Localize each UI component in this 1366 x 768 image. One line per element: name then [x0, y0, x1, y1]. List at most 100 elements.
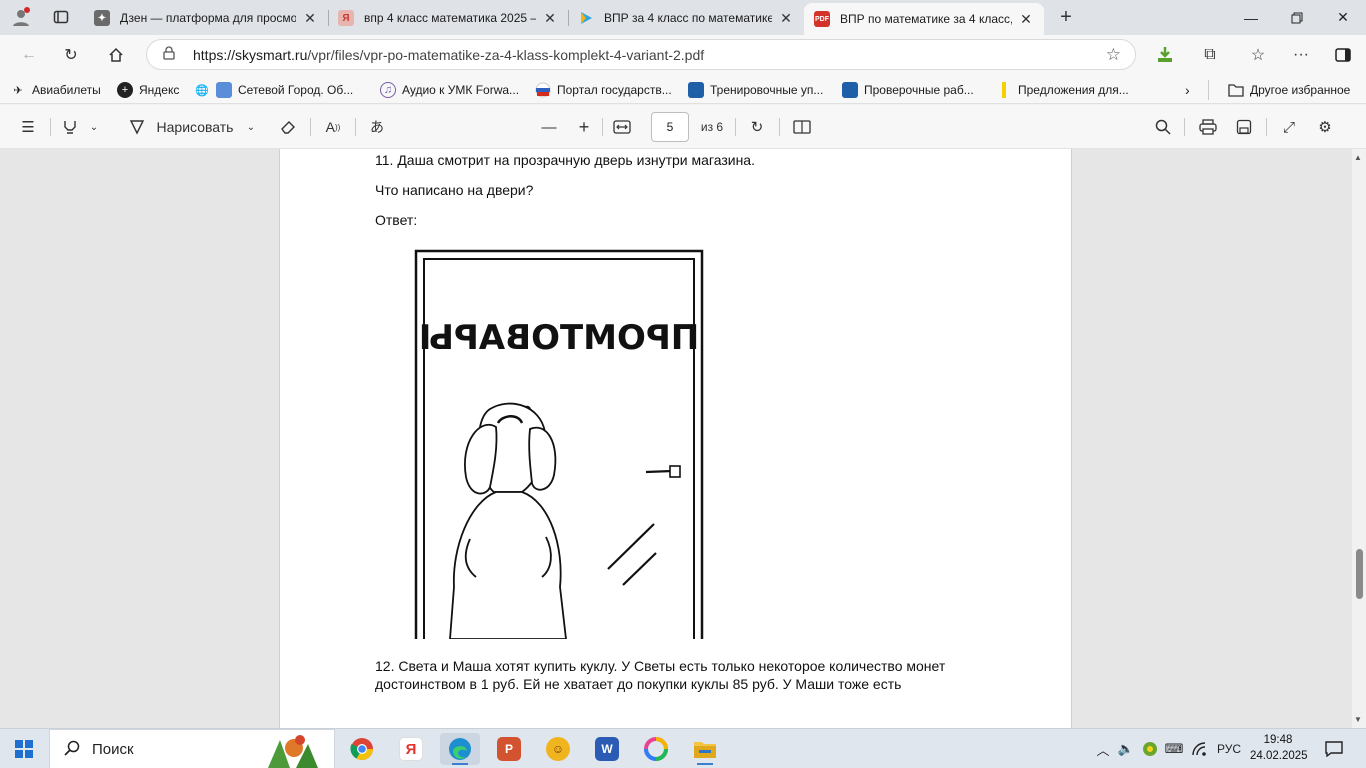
language-indicator[interactable]: РУС	[1214, 729, 1244, 768]
keyboard-icon[interactable]: ⌨	[1163, 729, 1185, 768]
refresh-button[interactable]: ↻	[56, 41, 86, 69]
highlight-chevron-down-icon[interactable]: ⌄	[86, 115, 102, 139]
contents-icon[interactable]: ☰	[16, 115, 40, 139]
favorite-yandex[interactable]: + Яндекс	[117, 81, 179, 99]
search-icon[interactable]	[1151, 115, 1175, 139]
close-tab-icon[interactable]: ✕	[302, 10, 318, 27]
restore-button[interactable]	[1274, 0, 1320, 35]
favorite-aviabilety[interactable]: ✈ Авиабилеты	[10, 81, 100, 99]
tab-title: ВПР за 4 класс по математике 20	[604, 11, 772, 25]
taskbar: Поиск Я P ☺ W ︿ 🔈 ⌨ РУС 19:48 24.02.2025	[0, 728, 1366, 768]
pdf-viewer[interactable]: 11. Даша смотрит на прозрачную дверь изн…	[0, 149, 1366, 728]
favorite-predlozheniya[interactable]: Предложения для...	[996, 81, 1129, 99]
profile-avatar[interactable]	[6, 3, 36, 31]
favorite-star-icon[interactable]: ☆	[1106, 45, 1121, 65]
scroll-down-icon[interactable]: ▼	[1354, 715, 1362, 724]
print-icon[interactable]	[1196, 115, 1220, 139]
dzen-icon: ✦	[94, 10, 110, 26]
translate-icon[interactable]: あ	[364, 115, 390, 139]
download-icon[interactable]	[1150, 41, 1180, 69]
save-icon[interactable]	[1232, 115, 1256, 139]
page-total-label: из 6	[700, 120, 724, 134]
play-icon	[578, 10, 594, 26]
fit-width-icon[interactable]	[610, 115, 634, 139]
favorite-audio-umk[interactable]: ♫ Аудио к УМК Forwa...	[380, 81, 519, 99]
vertical-scrollbar[interactable]: ▲ ▼	[1352, 149, 1366, 728]
airplane-icon: ✈	[13, 84, 23, 97]
minimize-button[interactable]: —	[1228, 0, 1274, 35]
favorite-gosuslugi[interactable]: Портал государств...	[535, 81, 672, 99]
powerpoint-icon: P	[497, 737, 521, 761]
scroll-up-icon[interactable]: ▲	[1354, 153, 1362, 162]
tab-title: ВПР по математике за 4 класс, к	[840, 12, 1012, 26]
close-window-button[interactable]: ✕	[1320, 0, 1366, 35]
taskbar-file-explorer[interactable]	[685, 733, 725, 765]
favorite-trenirovochnye[interactable]: Тренировочные уп...	[688, 81, 823, 99]
tab-yandex-search[interactable]: Я впр 4 класс математика 2025 — ✕	[328, 3, 568, 33]
read-aloud-icon[interactable]: A))	[320, 115, 346, 139]
back-button[interactable]: ←	[14, 41, 44, 69]
new-tab-button[interactable]: +	[1051, 3, 1081, 31]
tab-actions-icon[interactable]	[46, 3, 76, 31]
tab-video[interactable]: ВПР за 4 класс по математике 20 ✕	[568, 3, 804, 33]
taskbar-search[interactable]: Поиск	[49, 729, 335, 768]
page-view-icon[interactable]	[790, 115, 814, 139]
favorite-proverochnye[interactable]: Проверочные раб...	[842, 81, 974, 99]
tab-pdf-active[interactable]: PDF ВПР по математике за 4 класс, к ✕	[804, 3, 1044, 35]
favorites-overflow-chevron-icon[interactable]: ›	[1185, 81, 1190, 99]
question-11-text: 11. Даша смотрит на прозрачную дверь изн…	[375, 152, 755, 168]
favorites-icon[interactable]: ☆	[1243, 41, 1273, 69]
taskbar-powerpoint[interactable]: P	[489, 733, 529, 765]
pdf-page: 11. Даша смотрит на прозрачную дверь изн…	[279, 149, 1072, 728]
taskbar-edge[interactable]	[440, 733, 480, 765]
taskbar-game-app[interactable]: ☺	[538, 733, 578, 765]
tray-overflow-chevron-icon[interactable]: ︿	[1094, 729, 1112, 768]
eraser-icon[interactable]	[276, 115, 300, 139]
close-tab-icon[interactable]: ✕	[778, 10, 794, 27]
start-button[interactable]	[0, 729, 48, 768]
system-clock[interactable]: 19:48 24.02.2025	[1250, 732, 1308, 764]
favorites-divider	[1208, 80, 1209, 100]
taskbar-yandex-browser[interactable]: Я	[391, 733, 431, 765]
taskbar-chrome[interactable]	[342, 733, 382, 765]
scrollbar-thumb[interactable]	[1356, 549, 1363, 599]
clock-date: 24.02.2025	[1250, 750, 1308, 762]
close-tab-icon[interactable]: ✕	[1018, 11, 1034, 28]
close-tab-icon[interactable]: ✕	[542, 10, 558, 27]
url-text[interactable]: https://skysmart.ru/vpr/files/vpr-po-mat…	[193, 47, 704, 63]
home-button[interactable]	[101, 41, 131, 69]
lock-icon[interactable]	[163, 46, 177, 63]
taskbar-photos[interactable]	[636, 733, 676, 765]
rotate-icon[interactable]: ↻	[745, 115, 769, 139]
search-highlight-icon	[268, 735, 318, 768]
favorite-setevoy-gorod[interactable]: 🌐 Сетевой Город. Об...	[194, 81, 353, 99]
draw-button[interactable]: Нарисовать	[150, 115, 240, 139]
volume-icon[interactable]: 🔈	[1116, 729, 1136, 768]
extensions-icon[interactable]: ⧉	[1195, 41, 1225, 69]
taskbar-word[interactable]: W	[587, 733, 627, 765]
draw-icon[interactable]	[126, 115, 148, 139]
security-app-icon[interactable]	[1140, 729, 1160, 768]
address-bar[interactable]: https://skysmart.ru/vpr/files/vpr-po-mat…	[146, 39, 1136, 70]
network-icon[interactable]	[1189, 729, 1211, 768]
draw-chevron-down-icon[interactable]: ⌄	[243, 115, 259, 139]
settings-gear-icon[interactable]: ⚙	[1313, 115, 1337, 139]
door-sign-text: ПРОМТОВАРЫ	[419, 318, 700, 358]
game-app-icon: ☺	[546, 737, 570, 761]
sidebar-toggle-icon[interactable]	[1328, 41, 1358, 69]
zoom-in-icon[interactable]: +	[573, 115, 595, 139]
bookmark-icon	[996, 82, 1012, 98]
notifications-icon[interactable]	[1320, 729, 1348, 768]
page-number-input[interactable]: 5	[651, 112, 689, 142]
more-menu-icon[interactable]: ···	[1286, 41, 1316, 69]
tab-dzen[interactable]: ✦ Дзен — платформа для просмот ✕	[84, 3, 328, 33]
search-label: Поиск	[92, 740, 134, 758]
favorite-other-folder[interactable]: Другое избранное	[1228, 81, 1350, 99]
yandex-icon: +	[117, 82, 133, 98]
fullscreen-icon[interactable]: ⤢	[1277, 115, 1301, 139]
zoom-out-icon[interactable]: —	[538, 115, 560, 139]
folder-icon	[1228, 82, 1244, 98]
highlight-icon[interactable]	[58, 115, 82, 139]
site-icon	[216, 82, 232, 98]
book-icon	[688, 82, 704, 98]
